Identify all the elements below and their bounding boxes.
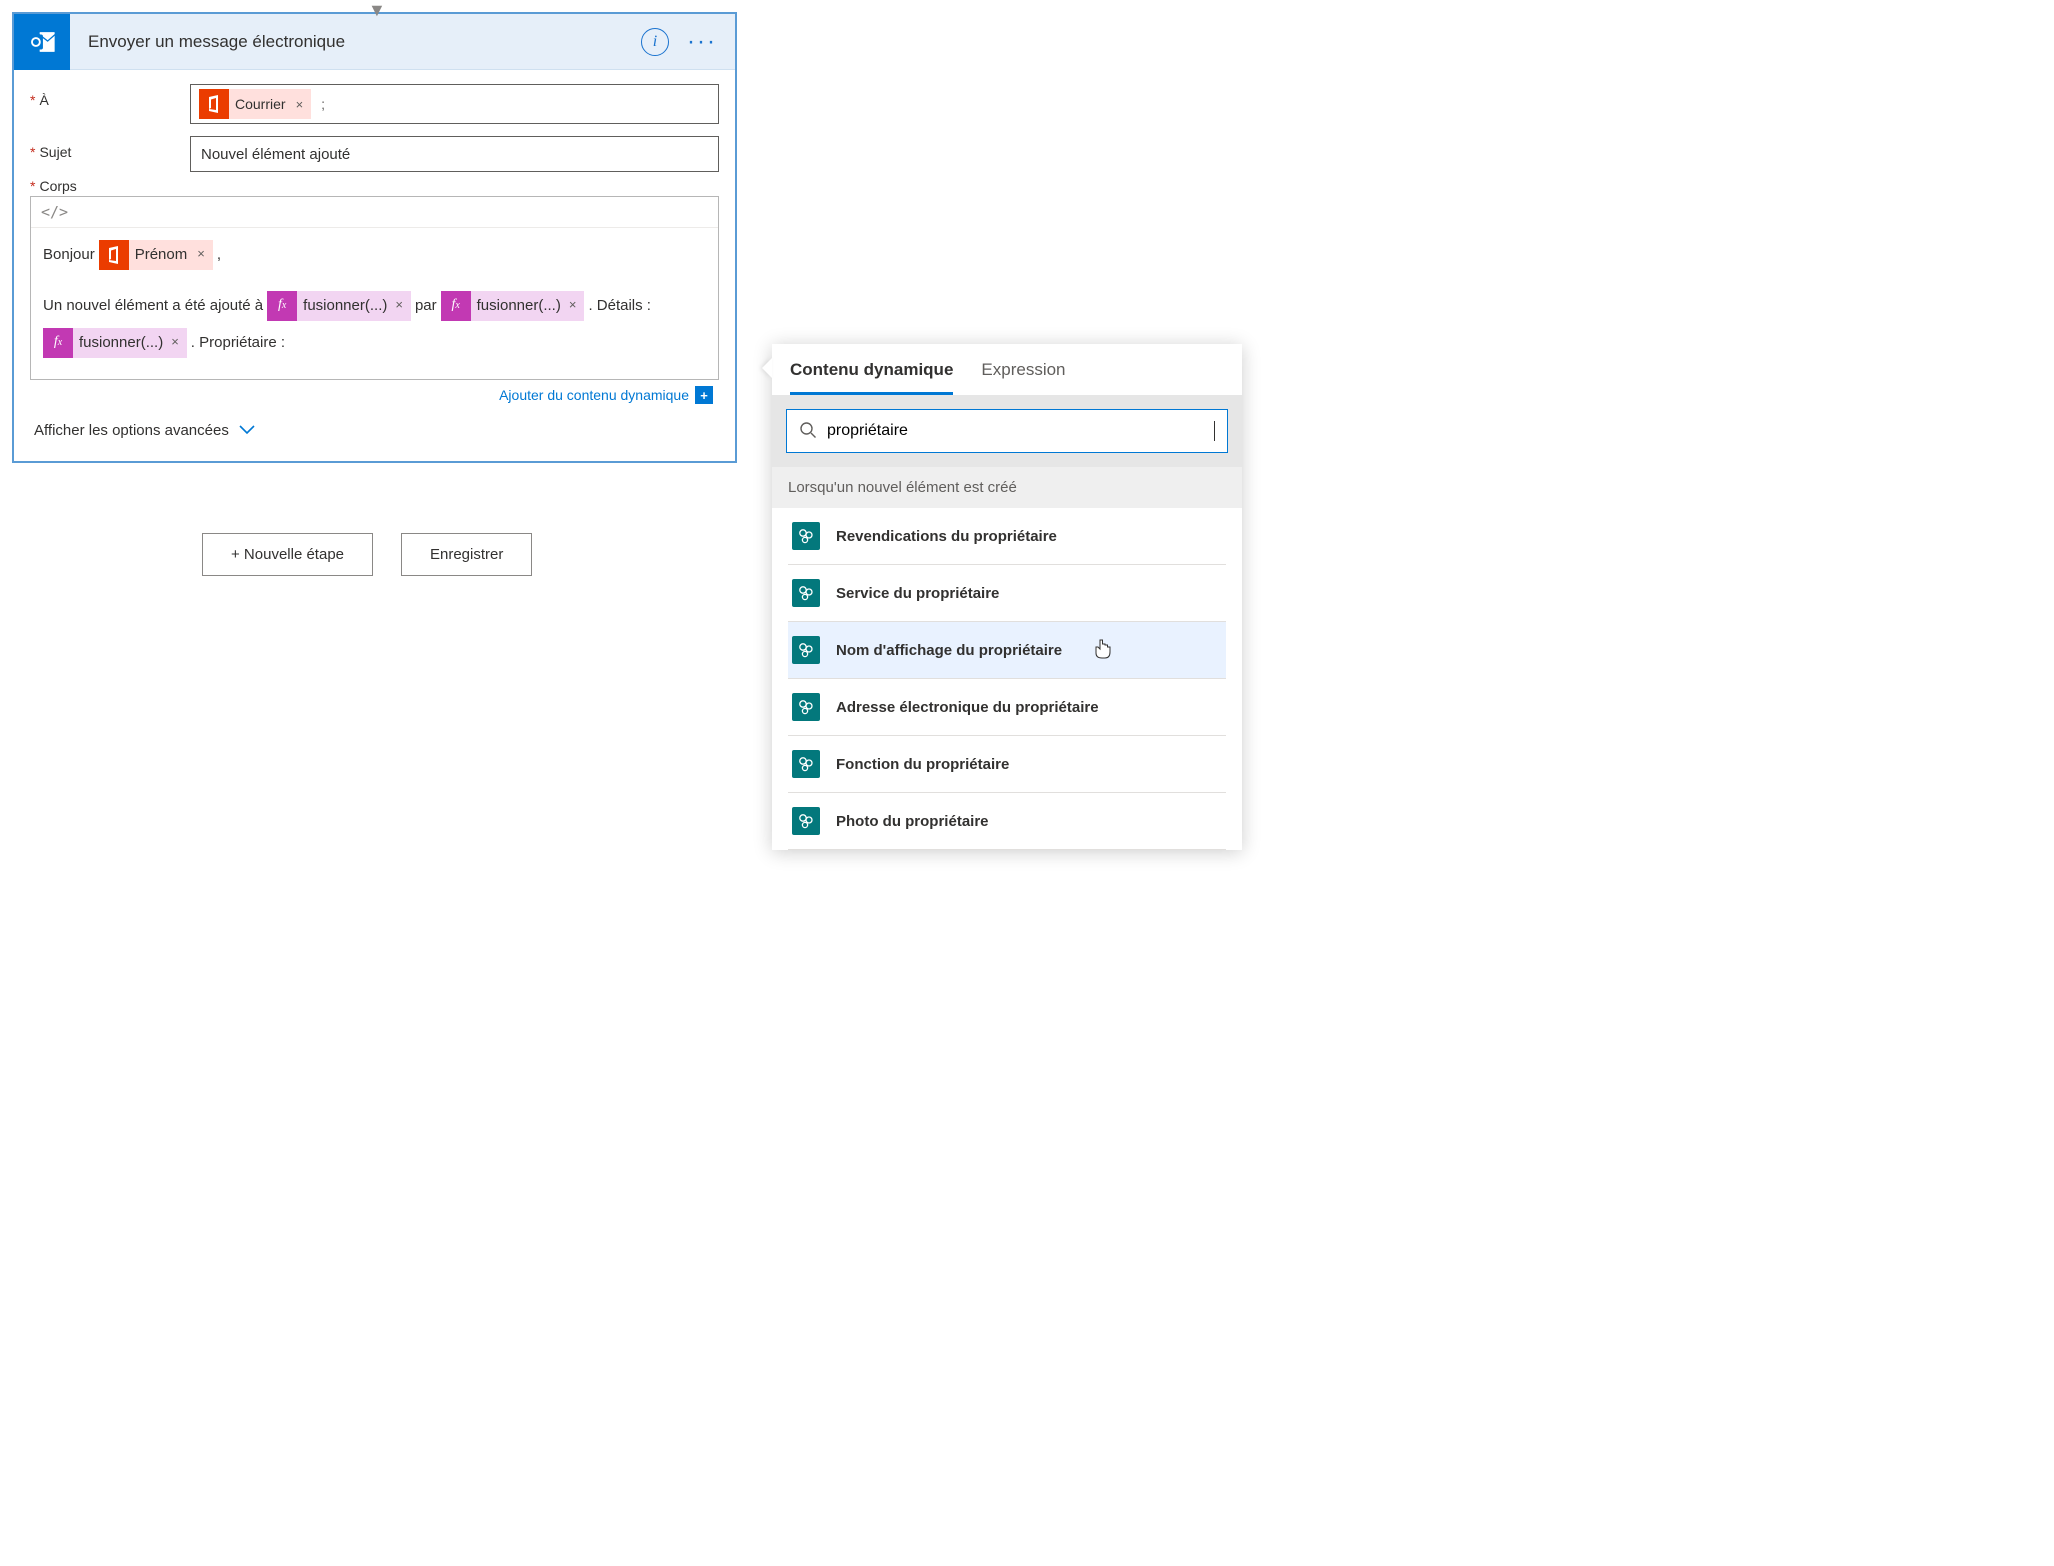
sharepoint-icon [792,636,820,664]
show-advanced-options[interactable]: Afficher les options avancées [30,410,719,449]
body-line-2: Un nouvel élément a été ajouté à fx fusi… [43,289,706,322]
card-body: * À Courrier × ; * Sujet Nouvel él [14,70,735,461]
body-editor: </> Bonjour Prénom × , [30,196,719,380]
tab-dynamic-content[interactable]: Contenu dynamique [790,360,953,395]
cursor-icon [1094,639,1112,662]
close-icon[interactable]: × [567,291,577,320]
close-icon[interactable]: × [393,291,403,320]
subject-row: * Sujet Nouvel élément ajouté [30,136,719,172]
dc-search-wrap [772,395,1242,467]
body-line-3: fx fusionner(...) × . Propriétaire : [43,326,706,359]
info-icon[interactable]: i [641,28,669,56]
required-asterisk: * [30,178,35,194]
plus-icon: + [695,386,713,404]
dc-tabs: Contenu dynamique Expression [772,344,1242,395]
sharepoint-icon [792,693,820,721]
sharepoint-icon [792,579,820,607]
office-icon [199,89,229,119]
dynamic-content-panel: Contenu dynamique Expression Lorsqu'un n… [772,344,1242,850]
to-input[interactable]: Courrier × ; [190,84,719,124]
required-asterisk: * [30,144,35,160]
code-view-toggle[interactable]: </> [31,197,718,228]
subject-input[interactable]: Nouvel élément ajouté [190,136,719,172]
to-separator: ; [317,96,329,112]
body-line-1: Bonjour Prénom × , [43,238,706,271]
required-asterisk: * [30,92,35,108]
fx-icon: fx [441,291,471,321]
body-content[interactable]: Bonjour Prénom × , Un nouvel élément a é [31,228,718,379]
close-icon[interactable]: × [294,97,304,112]
fx-token[interactable]: fx fusionner(...) × [441,291,585,321]
dc-item[interactable]: Fonction du propriétaire [788,736,1226,793]
panel-notch [762,358,772,378]
new-step-button[interactable]: + Nouvelle étape [202,533,373,576]
dc-item-label: Service du propriétaire [836,585,999,602]
tab-expression[interactable]: Expression [981,360,1065,395]
sharepoint-icon [792,522,820,550]
connector-arrow-icon: ▼ [368,0,386,21]
card-title: Envoyer un message électronique [70,32,641,52]
body-label: * Corps [30,178,719,194]
add-dynamic-content-link[interactable]: Ajouter du contenu dynamique + [30,380,719,410]
dc-search[interactable] [786,409,1228,453]
dc-item[interactable]: Adresse électronique du propriétaire [788,679,1226,736]
fx-token[interactable]: fx fusionner(...) × [43,328,187,358]
save-button[interactable]: Enregistrer [401,533,532,576]
text-caret [1214,421,1215,441]
body-token-prenom[interactable]: Prénom × [99,240,213,270]
dc-section-header: Lorsqu'un nouvel élément est créé [772,467,1242,508]
dc-item-label: Photo du propriétaire [836,813,989,830]
office-icon [99,240,129,270]
to-row: * À Courrier × ; [30,84,719,124]
dc-item-label: Fonction du propriétaire [836,756,1009,773]
fx-icon: fx [267,291,297,321]
dc-item-label: Revendications du propriétaire [836,528,1057,545]
to-token-courrier[interactable]: Courrier × [199,89,311,119]
dc-items-list: Revendications du propriétaire Service du… [772,508,1242,850]
outlook-icon [14,14,70,70]
subject-label: * Sujet [30,136,190,172]
dc-item[interactable]: Photo du propriétaire [788,793,1226,850]
card-header: Envoyer un message électronique i ··· [14,14,735,70]
to-label: * À [30,84,190,124]
dc-item[interactable]: Nom d'affichage du propriétaire [788,622,1226,679]
dc-item-label: Adresse électronique du propriétaire [836,699,1099,716]
sharepoint-icon [792,750,820,778]
search-icon [799,421,817,442]
close-icon[interactable]: × [169,328,179,357]
body-section: * Corps </> Bonjour Prénom × [30,178,719,410]
close-icon[interactable]: × [195,240,205,269]
dc-item[interactable]: Service du propriétaire [788,565,1226,622]
fx-token[interactable]: fx fusionner(...) × [267,291,411,321]
chevron-down-icon [239,422,255,439]
fx-icon: fx [43,328,73,358]
dc-item[interactable]: Revendications du propriétaire [788,508,1226,565]
dc-search-input[interactable] [827,422,1204,440]
dc-item-label: Nom d'affichage du propriétaire [836,642,1062,659]
sharepoint-icon [792,807,820,835]
email-action-card: Envoyer un message électronique i ··· * … [12,12,737,463]
